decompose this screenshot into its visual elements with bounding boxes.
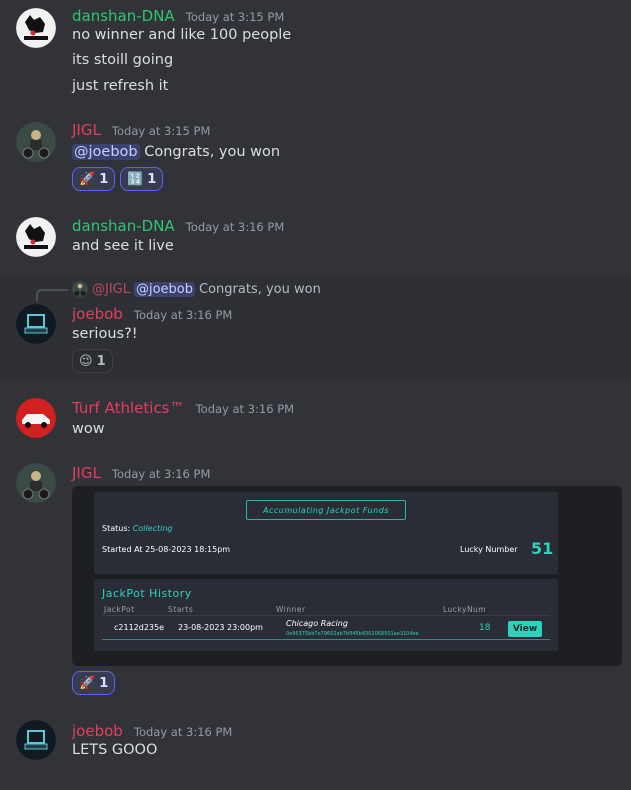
rocket-icon: 🚀 xyxy=(79,171,96,187)
message-text: no winner and like 100 people xyxy=(72,27,292,43)
message-text: its stoill going xyxy=(72,52,174,68)
timestamp: Today at 3:16 PM xyxy=(111,467,211,481)
divider xyxy=(102,615,550,616)
username[interactable]: joebob xyxy=(72,722,123,740)
message-text: just refresh it xyxy=(72,78,169,94)
reaction-rocket[interactable]: 🚀 1 xyxy=(72,671,116,695)
wink-icon: 😉 xyxy=(79,353,93,369)
reply-preview[interactable]: @JIGL @joebob Congrats, you won xyxy=(72,281,321,297)
row-jackpot-id: c2112d235e xyxy=(114,623,165,632)
row-winner-address: 0x96375bb7e79602ab7b945b4301068501ae3104… xyxy=(286,631,419,637)
timestamp: Today at 3:16 PM xyxy=(133,308,233,322)
col-starts: Starts xyxy=(168,605,194,614)
row-underline xyxy=(102,639,550,640)
timestamp: Today at 3:15 PM xyxy=(185,10,285,24)
username[interactable]: Turf Athletics™ xyxy=(72,399,185,417)
mention-joebob[interactable]: @joebob xyxy=(133,281,196,297)
numbers-icon: 🔢 xyxy=(127,171,144,187)
row-luckynum: 18 xyxy=(479,623,491,633)
jackpot-embed-image[interactable]: Accumulating Jackpot Funds Status: Colle… xyxy=(72,486,622,666)
row-starts: 23-08-2023 23:00pm xyxy=(178,623,263,632)
username[interactable]: danshan-DNA xyxy=(72,217,175,235)
avatar-jigl[interactable] xyxy=(16,463,56,503)
status-row: Status: Collecting xyxy=(102,524,173,533)
started-at: Started At 25-08-2023 18:15pm xyxy=(102,545,231,554)
username[interactable]: joebob xyxy=(72,305,123,323)
avatar-joebob[interactable] xyxy=(16,720,56,760)
reaction-numbers[interactable]: 🔢 1 xyxy=(120,167,164,191)
row-winner: Chicago Racing xyxy=(286,619,348,628)
avatar-danshan[interactable] xyxy=(16,217,56,257)
jackpot-status-panel: Accumulating Jackpot Funds Status: Colle… xyxy=(94,492,558,574)
username[interactable]: JIGL xyxy=(72,464,101,482)
timestamp: Today at 3:16 PM xyxy=(185,220,285,234)
accumulating-funds-button[interactable]: Accumulating Jackpot Funds xyxy=(246,500,406,520)
jackpot-history-panel: JackPot History JackPot Starts Winner Lu… xyxy=(94,579,558,651)
timestamp: Today at 3:15 PM xyxy=(111,124,211,138)
reaction-wink[interactable]: 😉 1 xyxy=(72,349,113,373)
col-winner: Winner xyxy=(276,605,306,614)
avatar-turf[interactable] xyxy=(16,398,56,438)
mention-joebob[interactable]: @joebob xyxy=(72,144,140,160)
history-title: JackPot History xyxy=(102,587,192,600)
view-button[interactable]: View xyxy=(508,621,542,637)
message-text: LETS GOOO xyxy=(72,742,158,758)
message-text: @joebob Congrats, you won xyxy=(72,144,281,160)
reply-user[interactable]: @JIGL xyxy=(92,282,130,297)
rocket-icon: 🚀 xyxy=(79,675,96,691)
avatar-danshan[interactable] xyxy=(16,8,56,48)
username[interactable]: JIGL xyxy=(72,121,101,139)
col-jackpot: JackPot xyxy=(104,605,135,614)
timestamp: Today at 3:16 PM xyxy=(133,725,233,739)
col-luckynum: LuckyNum xyxy=(443,605,487,614)
username[interactable]: danshan-DNA xyxy=(72,7,175,25)
lucky-number-label: Lucky Number xyxy=(460,545,518,554)
avatar-jigl[interactable] xyxy=(16,122,56,162)
avatar-joebob[interactable] xyxy=(16,304,56,344)
avatar-jigl-mini xyxy=(72,281,88,297)
message-text: serious?! xyxy=(72,326,138,342)
timestamp: Today at 3:16 PM xyxy=(195,402,295,416)
reply-spine xyxy=(36,289,68,301)
message-text: wow xyxy=(72,421,105,437)
message-text: and see it live xyxy=(72,238,174,254)
lucky-number-value: 51 xyxy=(531,539,554,558)
reaction-rocket[interactable]: 🚀 1 xyxy=(72,167,116,191)
